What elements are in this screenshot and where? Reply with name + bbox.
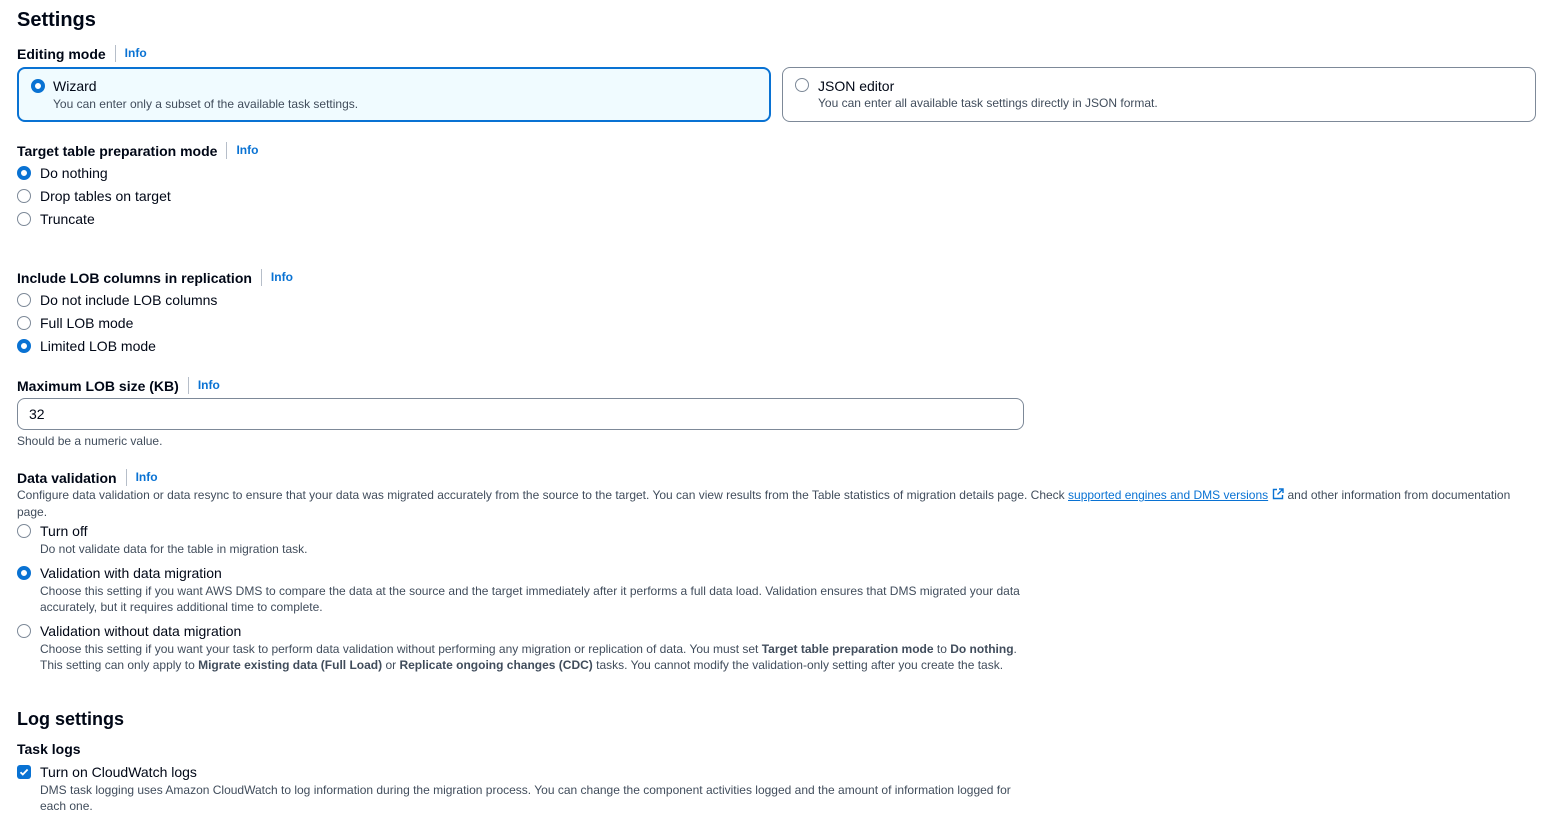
turn-off-desc: Do not validate data for the table in mi…: [40, 542, 308, 556]
wizard-title: Wizard: [53, 78, 97, 94]
json-editor-radio[interactable]: [795, 78, 809, 92]
validation-label: Data validation Info: [17, 469, 158, 486]
validation-label-text: Data validation: [17, 469, 117, 486]
editing-mode-label: Editing mode Info: [17, 45, 147, 62]
cloudwatch-desc: DMS task logging uses Amazon CloudWatch …: [40, 783, 1011, 813]
option-label: Do nothing: [40, 165, 108, 181]
option-label: Truncate: [40, 211, 95, 227]
cloudwatch-checkbox[interactable]: [17, 765, 31, 779]
wm-b3: Migrate existing data (Full Load): [198, 657, 383, 672]
max-lob-label: Maximum LOB size (KB) Info: [17, 377, 220, 394]
lob-label-text: Include LOB columns in replication: [17, 269, 252, 286]
option-label: Do not include LOB columns: [40, 292, 218, 308]
radio-truncate[interactable]: [17, 212, 31, 226]
with-migration-desc: Choose this setting if you want AWS DMS …: [40, 584, 1020, 614]
radio-full-lob[interactable]: [17, 316, 31, 330]
radio-without-migration[interactable]: [17, 624, 31, 638]
wm-d5: tasks. You cannot modify the validation-…: [592, 657, 1004, 672]
lob-option-full[interactable]: Full LOB mode: [17, 315, 133, 331]
radio-with-migration[interactable]: [17, 566, 31, 580]
validation-option-turn-off[interactable]: Turn off: [17, 523, 87, 539]
wm-b4: Replicate ongoing changes (CDC): [399, 657, 593, 672]
option-label: Validation without data migration: [40, 623, 242, 639]
target-prep-option-do-nothing[interactable]: Do nothing: [17, 165, 108, 181]
log-settings-heading: Log settings: [17, 709, 124, 729]
lob-info-link[interactable]: Info: [260, 269, 293, 286]
validation-option-with-migration[interactable]: Validation with data migration: [17, 565, 222, 581]
option-label: Drop tables on target: [40, 188, 171, 204]
lob-label: Include LOB columns in replication Info: [17, 269, 293, 286]
target-prep-info-link[interactable]: Info: [226, 142, 258, 159]
task-logs-label: Task logs: [17, 741, 81, 757]
lob-option-none[interactable]: Do not include LOB columns: [17, 292, 217, 308]
validation-option-without-migration[interactable]: Validation without data migration: [17, 623, 241, 639]
wizard-card[interactable]: Wizard You can enter only a subset of th…: [17, 67, 771, 122]
wm-d4: or: [382, 657, 400, 672]
json-editor-desc: You can enter all available task setting…: [818, 96, 1158, 110]
target-prep-label: Target table preparation mode Info: [17, 142, 258, 159]
wizard-desc: You can enter only a subset of the avail…: [53, 97, 359, 111]
editing-mode-label-text: Editing mode: [17, 45, 106, 62]
radio-turn-off[interactable]: [17, 524, 31, 538]
external-link-icon: [1272, 488, 1284, 505]
json-editor-title: JSON editor: [818, 78, 895, 94]
validation-info-link[interactable]: Info: [125, 469, 158, 486]
option-label: Turn off: [40, 523, 88, 539]
wm-d1: Choose this setting if you want your tas…: [40, 642, 762, 656]
max-lob-label-text: Maximum LOB size (KB): [17, 377, 179, 394]
target-prep-option-drop-tables[interactable]: Drop tables on target: [17, 188, 171, 204]
validation-desc-pre: Configure data validation or data resync…: [17, 488, 1069, 502]
option-label: Validation with data migration: [40, 565, 222, 581]
supported-engines-link[interactable]: supported engines and DMS versions: [1068, 488, 1268, 502]
supported-engines-link-text: supported engines and DMS versions: [1068, 488, 1269, 502]
option-label: Limited LOB mode: [40, 338, 156, 354]
wizard-radio[interactable]: [31, 79, 45, 93]
check-icon: [19, 768, 29, 776]
max-lob-value: 32: [29, 406, 45, 422]
target-prep-label-text: Target table preparation mode: [17, 142, 218, 159]
lob-option-limited[interactable]: Limited LOB mode: [17, 338, 156, 354]
max-lob-hint: Should be a numeric value.: [17, 434, 163, 448]
radio-limited-lob[interactable]: [17, 339, 31, 353]
settings-heading: Settings: [17, 9, 96, 31]
max-lob-size-input[interactable]: 32: [17, 398, 1024, 430]
cloudwatch-logs-option[interactable]: Turn on CloudWatch logs: [17, 764, 197, 780]
radio-drop-tables[interactable]: [17, 189, 31, 203]
without-migration-desc: Choose this setting if you want your tas…: [40, 642, 1025, 673]
radio-no-lob[interactable]: [17, 293, 31, 307]
max-lob-info-link[interactable]: Info: [187, 377, 220, 394]
wm-b2: Do nothing: [950, 642, 1014, 656]
wm-b1: Target table preparation mode: [761, 642, 934, 656]
option-label: Full LOB mode: [40, 315, 134, 331]
radio-do-nothing[interactable]: [17, 166, 31, 180]
option-label: Turn on CloudWatch logs: [40, 764, 197, 780]
validation-description: Configure data validation or data resync…: [17, 488, 1537, 520]
editing-mode-info-link[interactable]: Info: [114, 45, 147, 62]
wm-d2: to: [933, 642, 951, 656]
json-editor-card[interactable]: JSON editor You can enter all available …: [782, 67, 1536, 122]
target-prep-option-truncate[interactable]: Truncate: [17, 211, 95, 227]
